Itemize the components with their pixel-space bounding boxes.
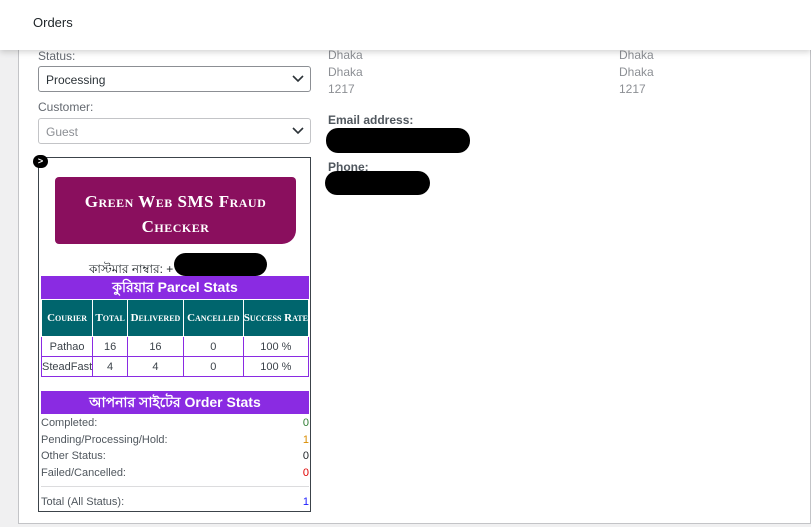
list-item: Total (All Status): 1 [41,494,309,511]
stat-value: 0 [302,450,309,462]
divider [41,486,309,487]
customer-label: Customer: [38,100,94,114]
stat-value: 0 [302,466,309,479]
billing-address: Dhaka Dhaka 1217 [328,47,363,98]
column-header: Cancelled [182,299,244,337]
table-cell: 4 [127,356,184,377]
brand-title-line: Green Web SMS Fraud [84,192,267,211]
shipping-address-line: 1217 [619,82,646,96]
table-header-row: Courier Total Delivered Cancelled Succes… [40,299,310,337]
email-label: Email address: [328,113,414,127]
billing-address-line: 1217 [328,82,355,96]
brand-title-line: Checker [141,217,210,236]
table-cell: 100 % [242,336,310,357]
stat-label: Total (All Status): [41,496,125,508]
column-header: Delivered [127,299,184,337]
billing-address-line: Dhaka [328,65,363,79]
page-title: Orders [33,15,73,30]
table-cell: 16 [127,336,184,357]
email-redaction [326,128,470,153]
chevron-down-icon [292,75,304,83]
parcel-stats-heading: কুরিয়ার Parcel Stats [41,276,309,299]
stat-value: 1 [302,496,309,508]
customer-value: Guest [46,125,79,139]
stat-value: 1 [302,433,309,446]
fraud-checker-widget: Green Web SMS Fraud Checker কাস্টমার নাম… [38,157,311,512]
order-stats-heading: আপনার সাইটের Order Stats [41,391,309,414]
widget-toggle-button[interactable]: > [33,155,48,168]
list-item: Completed: 0 [41,415,309,432]
table-row: Pathao 16 16 0 100 % [40,336,310,357]
phone-redaction [325,171,430,195]
table-cell: 100 % [242,356,310,377]
stat-value: 0 [302,417,309,429]
stat-label: Failed/Cancelled: [41,466,126,479]
list-item: Other Status: 0 [41,448,309,465]
table-row: SteadFast 4 4 0 100 % [40,356,310,377]
order-stats-list: Completed: 0 Pending/Processing/Hold: 1 … [41,415,309,481]
table-cell: 16 [92,336,129,357]
table-cell: 0 [182,356,244,377]
parcel-stats-table: Courier Total Delivered Cancelled Succes… [40,299,310,377]
stat-label: Completed: [41,417,98,429]
status-select[interactable]: Processing [38,66,311,92]
shipping-address-line: Dhaka [619,65,654,79]
list-item: Failed/Cancelled: 0 [41,465,309,482]
list-item: Pending/Processing/Hold: 1 [41,432,309,449]
customer-select[interactable]: Guest [38,118,311,144]
top-bar: Orders [0,0,811,50]
brand-banner: Green Web SMS Fraud Checker [55,177,296,244]
customer-number-redaction [174,253,267,276]
table-cell: Pathao [40,336,94,357]
column-header: Courier [40,299,94,337]
table-cell: SteadFast [40,356,94,377]
status-label: Status: [38,49,76,63]
stat-label: Pending/Processing/Hold: [41,433,168,446]
stat-label: Other Status: [41,450,106,462]
column-header: Success Rate [242,299,310,337]
status-value: Processing [46,73,106,87]
shipping-address: Dhaka Dhaka 1217 [619,47,654,98]
table-cell: 0 [182,336,244,357]
table-cell: 4 [92,356,129,377]
chevron-down-icon [292,127,304,135]
order-stats-total: Total (All Status): 1 [41,494,309,511]
column-header: Total [92,299,129,337]
